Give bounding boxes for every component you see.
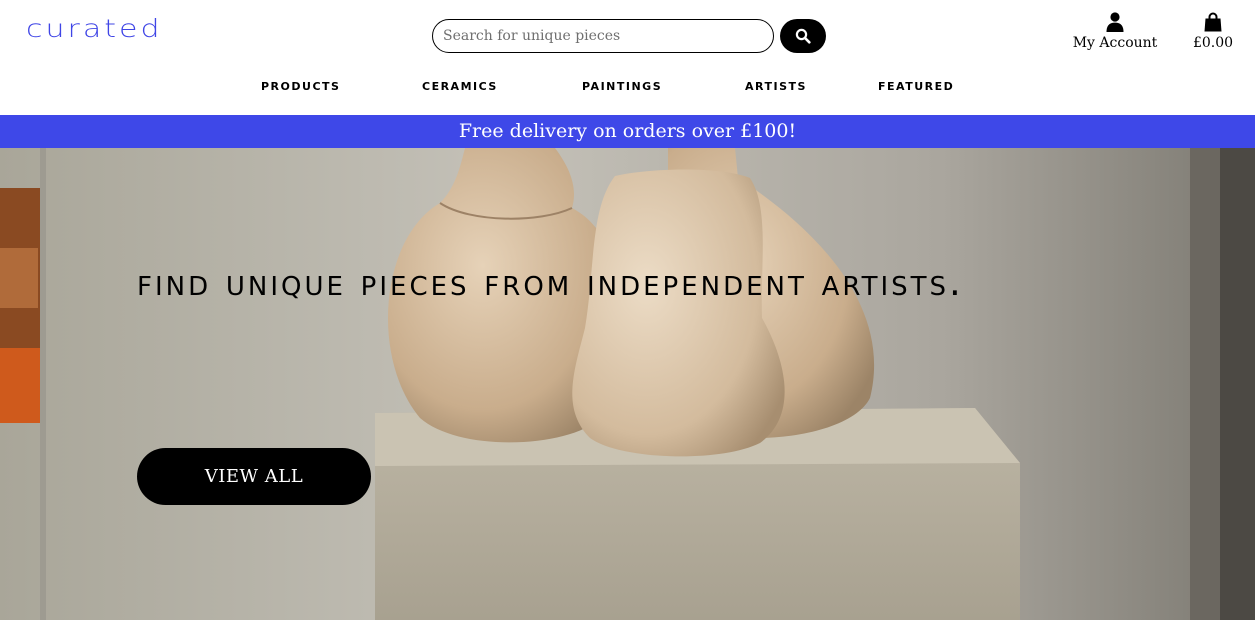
promo-banner: Free delivery on orders over £100! bbox=[0, 115, 1255, 148]
nav-item-products[interactable]: products bbox=[261, 76, 340, 94]
main-nav: products ceramics paintings artists feat… bbox=[0, 76, 1255, 102]
nav-item-ceramics[interactable]: ceramics bbox=[422, 76, 498, 94]
search-button[interactable] bbox=[780, 19, 826, 53]
cart-total: £0.00 bbox=[1192, 35, 1234, 51]
site-header: curated My Account £0.00 product bbox=[0, 0, 1255, 115]
my-account-link[interactable]: My Account bbox=[1070, 12, 1160, 51]
user-icon bbox=[1070, 12, 1160, 34]
site-logo[interactable]: curated bbox=[26, 15, 163, 44]
hero-section: Find unique pieces from independent arti… bbox=[0, 148, 1255, 620]
nav-item-featured[interactable]: featured bbox=[878, 76, 954, 94]
nav-item-artists[interactable]: artists bbox=[745, 76, 807, 94]
cart-link[interactable]: £0.00 bbox=[1186, 12, 1240, 51]
shopping-bag-icon bbox=[1186, 12, 1240, 34]
search-input[interactable] bbox=[432, 19, 774, 53]
hero-title: Find unique pieces from independent arti… bbox=[137, 261, 964, 304]
search-icon bbox=[795, 28, 811, 44]
my-account-label: My Account bbox=[1072, 35, 1158, 51]
nav-item-paintings[interactable]: paintings bbox=[582, 76, 662, 94]
view-all-button[interactable]: VIEW ALL bbox=[137, 448, 371, 505]
hero-image bbox=[0, 148, 1255, 620]
